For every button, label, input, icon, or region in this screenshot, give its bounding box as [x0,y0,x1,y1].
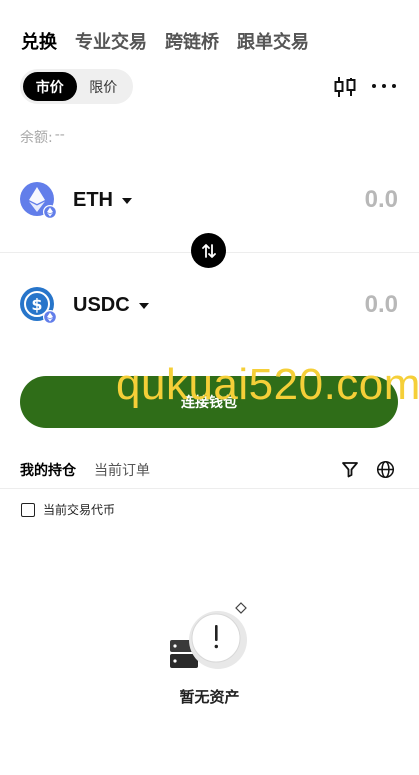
tab-current-orders[interactable]: 当前订单 [94,460,150,480]
from-token-symbol[interactable]: ETH [73,189,113,212]
ethereum-icon [20,182,57,219]
current-token-filter[interactable]: 当前交易代币 [21,501,115,518]
empty-assets-icon [170,602,247,669]
chevron-down-icon[interactable] [138,303,149,309]
connect-wallet-button[interactable]: 连接钱包 [20,376,398,428]
token-selector-usdc[interactable]: $ [20,287,57,324]
to-token-symbol[interactable]: USDC [73,294,130,317]
to-amount-input[interactable]: 0.0 [365,291,398,319]
divider [0,488,419,489]
market-order-option[interactable]: 市价 [23,72,77,101]
globe-icon[interactable] [376,460,395,479]
usdc-icon: $ [20,287,57,324]
current-token-checkbox-label: 当前交易代币 [43,503,116,517]
token-selector-eth[interactable] [20,182,57,219]
holdings-tabs: 我的持仓 当前订单 [20,460,150,480]
balance: 余额: -- [20,127,65,147]
more-dots-icon[interactable] [372,82,396,90]
svg-text:$: $ [31,295,42,314]
swap-direction-icon [201,243,216,258]
current-token-checkbox[interactable] [21,502,35,517]
limit-order-option[interactable]: 限价 [77,72,131,101]
tab-my-holdings[interactable]: 我的持仓 [20,460,76,480]
order-type-toggle: 市价 限价 [20,69,133,104]
empty-state-text: 暂无资产 [179,688,240,706]
from-token-row: ETH 0.0 [20,180,398,220]
to-token-row: $ USDC 0.0 [20,285,398,325]
filter-icon[interactable] [341,460,359,478]
tab-swap[interactable]: 兑换 [21,28,57,54]
balance-label: 余额: [20,130,53,146]
swap-direction-button[interactable] [191,233,226,268]
candlestick-chart-icon[interactable] [333,76,357,98]
from-amount-input[interactable]: 0.0 [365,186,398,214]
top-tabs: 兑换 专业交易 跨链桥 跟单交易 [21,28,309,54]
balance-value: -- [54,127,65,143]
tab-pro-trading[interactable]: 专业交易 [75,28,147,54]
tab-copy-trading[interactable]: 跟单交易 [237,28,309,54]
tab-bridge[interactable]: 跨链桥 [165,28,219,54]
chevron-down-icon[interactable] [122,198,132,204]
